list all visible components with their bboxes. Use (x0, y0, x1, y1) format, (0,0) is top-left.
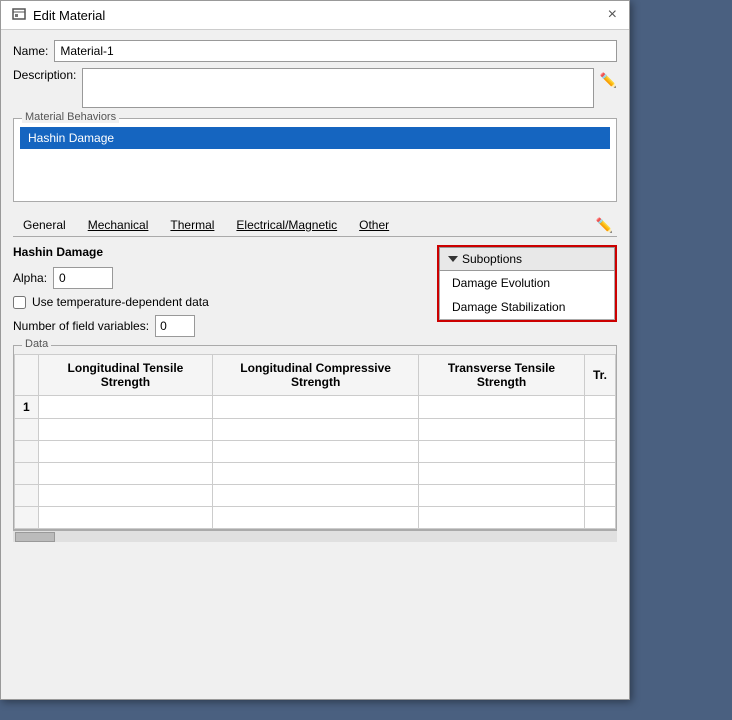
suboptions-panel: Suboptions Damage Evolution Damage Stabi… (437, 245, 617, 322)
hashin-form: Hashin Damage Alpha: Use temperature-dep… (13, 245, 617, 337)
dialog-icon (11, 7, 27, 23)
tabs-left: General Mechanical Thermal Electrical/Ma… (13, 214, 399, 236)
cell-long-compressive-1[interactable] (213, 396, 419, 419)
name-label: Name: (13, 44, 48, 58)
suboptions-header[interactable]: Suboptions (439, 247, 615, 271)
col-header-num (15, 355, 39, 396)
tab-thermal[interactable]: Thermal (160, 214, 224, 236)
title-bar: Edit Material × (1, 1, 629, 30)
scrollbar-thumb[interactable] (15, 532, 55, 542)
alpha-label: Alpha: (13, 271, 47, 285)
col-header-long-tensile: Longitudinal Tensile Strength (38, 355, 213, 396)
material-behaviors-label: Material Behaviors (22, 111, 119, 123)
col-header-trans-tensile: Transverse Tensile Strength (419, 355, 585, 396)
col-header-tr: Tr. (584, 355, 615, 396)
suboptions-label: Suboptions (462, 252, 522, 266)
material-behaviors-section: Material Behaviors Hashin Damage (13, 118, 617, 202)
table-row (15, 419, 616, 441)
table-body: 1 (15, 396, 616, 529)
suboption-damage-stabilization[interactable]: Damage Stabilization (440, 295, 614, 319)
cell-tr-1[interactable] (584, 396, 615, 419)
dialog-content: Name: Description: ✏️ Material Behaviors… (1, 30, 629, 552)
edit-material-dialog: Edit Material × Name: Description: ✏️ Ma… (0, 0, 630, 700)
tab-other[interactable]: Other (349, 214, 399, 236)
table-header-row: Longitudinal Tensile Strength Longitudin… (15, 355, 616, 396)
cell-trans-tensile-1[interactable] (419, 396, 585, 419)
pencil-icon[interactable]: ✏️ (600, 72, 617, 89)
field-vars-input[interactable] (155, 315, 195, 337)
table-row (15, 441, 616, 463)
row-num-1: 1 (15, 396, 39, 419)
col-header-long-compressive: Longitudinal Compressive Strength (213, 355, 419, 396)
horizontal-scrollbar[interactable] (13, 530, 617, 542)
cell-long-tensile-1[interactable] (38, 396, 213, 419)
tab-mechanical[interactable]: Mechanical (78, 214, 159, 236)
field-vars-label: Number of field variables: (13, 319, 149, 333)
table-row (15, 485, 616, 507)
temp-checkbox-label: Use temperature-dependent data (32, 295, 209, 309)
close-button[interactable]: × (606, 7, 619, 23)
name-row: Name: (13, 40, 617, 62)
alpha-input[interactable] (53, 267, 113, 289)
description-input[interactable] (82, 68, 593, 108)
behavior-item-hashin[interactable]: Hashin Damage (20, 127, 610, 149)
suboptions-menu: Damage Evolution Damage Stabilization (439, 271, 615, 320)
name-input[interactable] (54, 40, 617, 62)
dialog-title: Edit Material (33, 8, 105, 23)
table-row (15, 463, 616, 485)
data-table: Longitudinal Tensile Strength Longitudin… (14, 354, 616, 529)
table-row (15, 507, 616, 529)
suboption-damage-evolution[interactable]: Damage Evolution (440, 271, 614, 295)
tabs-row: General Mechanical Thermal Electrical/Ma… (13, 210, 617, 237)
description-row: Description: ✏️ (13, 68, 617, 108)
data-section: Data Longitudinal Tensile Strength Longi… (13, 345, 617, 530)
temp-dependent-checkbox[interactable] (13, 296, 26, 309)
table-row: 1 (15, 396, 616, 419)
tab-general[interactable]: General (13, 214, 76, 236)
suboptions-arrow-icon (448, 256, 458, 262)
behaviors-list: Hashin Damage (20, 127, 610, 197)
tab-electrical-magnetic[interactable]: Electrical/Magnetic (226, 214, 347, 236)
data-section-label: Data (22, 338, 51, 350)
description-label: Description: (13, 68, 76, 82)
title-bar-left: Edit Material (11, 7, 105, 23)
tab-edit-icon[interactable]: ✏️ (596, 217, 613, 234)
